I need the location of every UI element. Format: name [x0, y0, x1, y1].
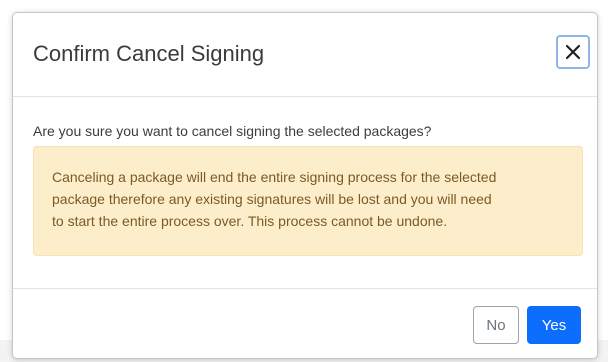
no-button[interactable]: No — [473, 306, 519, 344]
dialog-footer: No Yes — [13, 288, 597, 360]
warning-text-line: Canceling a package will end the entire … — [52, 169, 497, 185]
warning-text-line: package therefore any existing signature… — [52, 191, 492, 207]
dialog-title: Confirm Cancel Signing — [33, 41, 265, 66]
dialog-header: Confirm Cancel Signing — [13, 13, 597, 97]
warning-alert: Canceling a package will end the entire … — [33, 146, 583, 256]
close-button[interactable] — [556, 35, 590, 69]
warning-text-line: to start the entire process over. This p… — [52, 213, 448, 229]
yes-button[interactable]: Yes — [527, 306, 581, 344]
close-icon — [565, 44, 581, 60]
confirmation-question: Are you sure you want to cancel signing … — [33, 123, 432, 139]
confirm-cancel-dialog: Confirm Cancel Signing Are you sure you … — [12, 12, 598, 359]
